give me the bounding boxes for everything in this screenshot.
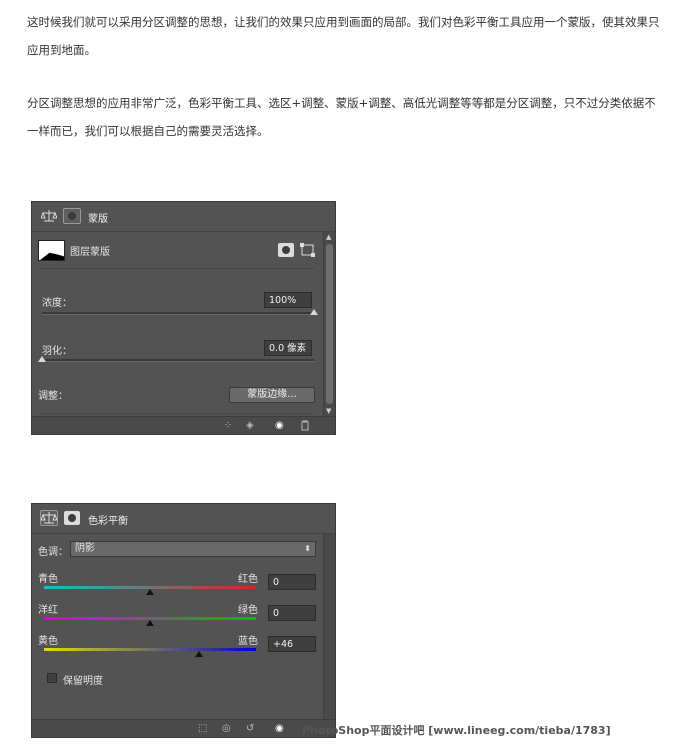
vector-mask-icon[interactable]: [300, 242, 316, 261]
panel-header: 色彩平衡: [32, 504, 335, 534]
reset-icon[interactable]: ↺: [246, 723, 254, 734]
color-slider-track[interactable]: [44, 648, 256, 651]
slider-right-label: 蓝色: [238, 636, 258, 647]
view-previous-icon[interactable]: ◎: [222, 723, 231, 734]
refine-label: 调整：: [38, 391, 68, 402]
slider-right-label: 红色: [238, 574, 258, 585]
tone-selected: 阴影: [75, 543, 95, 554]
apply-mask-icon[interactable]: ◈: [246, 420, 254, 431]
slider-left-label: 黄色: [38, 636, 58, 647]
watermark-text: PhotoShop平面设计吧 [www.lineeg.com/tieba/178…: [302, 724, 611, 737]
color-slider-thumb[interactable]: [194, 651, 203, 657]
preserve-luminosity-label: 保留明度: [63, 676, 103, 687]
mask-icon[interactable]: [63, 208, 81, 224]
feather-slider-track[interactable]: [42, 359, 314, 362]
color-slider-thumb[interactable]: [146, 589, 154, 595]
slider-value-field[interactable]: 0: [268, 574, 316, 590]
mask-properties-panel: 蒙版 图层蒙版 浓度： 100% 羽化： 0.0 像素 调整： 蒙版边缘... …: [31, 201, 336, 435]
scale-icon[interactable]: [40, 209, 58, 223]
visibility-eye-icon[interactable]: ◉: [275, 723, 284, 734]
color-slider-thumb[interactable]: [146, 620, 154, 626]
clip-to-layer-icon[interactable]: ⬚: [198, 723, 207, 734]
preserve-luminosity-checkbox[interactable]: [47, 673, 57, 683]
mask-edge-button[interactable]: 蒙版边缘...: [229, 387, 315, 403]
tone-dropdown[interactable]: 阴影 ⬍: [70, 541, 316, 557]
dropdown-arrow-icon: ⬍: [304, 544, 311, 553]
panel-title: 色彩平衡: [88, 516, 128, 527]
panel-scrollbar[interactable]: [323, 534, 335, 719]
density-slider-track[interactable]: [42, 312, 314, 315]
panel-title: 蒙版: [88, 214, 108, 225]
load-selection-icon[interactable]: ⁘: [224, 420, 232, 431]
layer-mask-thumbnail[interactable]: [38, 240, 65, 261]
scale-icon[interactable]: [40, 510, 58, 526]
slider-value-field[interactable]: 0: [268, 605, 316, 621]
slider-left-label: 青色: [38, 574, 58, 585]
visibility-eye-icon[interactable]: ◉: [275, 420, 284, 431]
density-slider-thumb[interactable]: [310, 309, 318, 315]
mask-icon[interactable]: [64, 511, 80, 525]
trash-icon[interactable]: [300, 420, 310, 434]
slider-right-label: 绿色: [238, 605, 258, 616]
tone-label: 色调：: [38, 547, 68, 558]
feather-slider-thumb[interactable]: [38, 356, 46, 362]
color-balance-panel: 色彩平衡 色调： 阴影 ⬍ 保留明度 ⬚ ◎ ↺ ◉ 青色 红色 0 洋红 绿色 0 黄色 蓝…: [31, 503, 336, 738]
feather-label: 羽化：: [42, 346, 72, 357]
density-field[interactable]: 100%: [264, 292, 312, 308]
pixel-mask-icon[interactable]: [278, 243, 294, 257]
scrollbar-thumb[interactable]: [326, 244, 333, 404]
panel-footer: ⬚ ◎ ↺ ◉: [32, 719, 335, 737]
density-label: 浓度：: [42, 298, 72, 309]
feather-field[interactable]: 0.0 像素: [264, 340, 312, 356]
panel-footer: ⁘ ◈ ◉: [32, 416, 335, 434]
slider-value-field[interactable]: +46: [268, 636, 316, 652]
panel-scrollbar[interactable]: ▲ ▼: [323, 232, 335, 416]
article-paragraph-1: 这时候我们就可以采用分区调整的思想，让我们的效果只应用到画面的局部。我们对色彩平…: [27, 15, 660, 57]
layer-mask-label: 图层蒙版: [70, 247, 110, 258]
slider-left-label: 洋红: [38, 605, 58, 616]
panel-header: 蒙版: [32, 202, 335, 232]
article-paragraph-2: 分区调整思想的应用非常广泛，色彩平衡工具、选区+调整、蒙版+调整、高低光调整等等…: [27, 96, 656, 138]
